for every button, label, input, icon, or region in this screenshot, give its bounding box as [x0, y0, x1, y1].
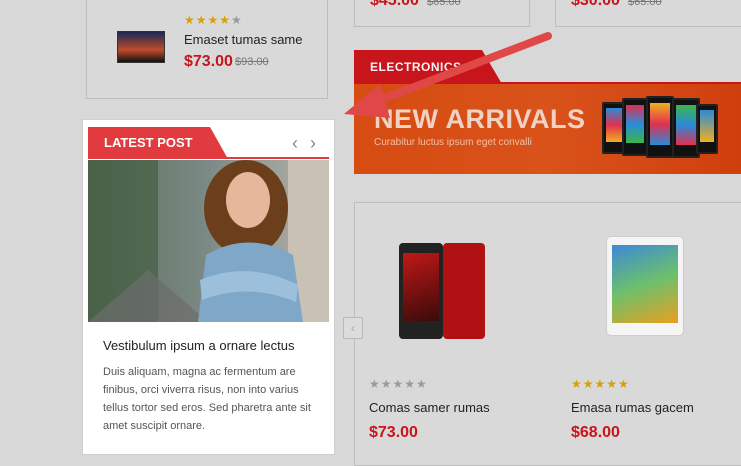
pointer-arrow [344, 32, 552, 118]
